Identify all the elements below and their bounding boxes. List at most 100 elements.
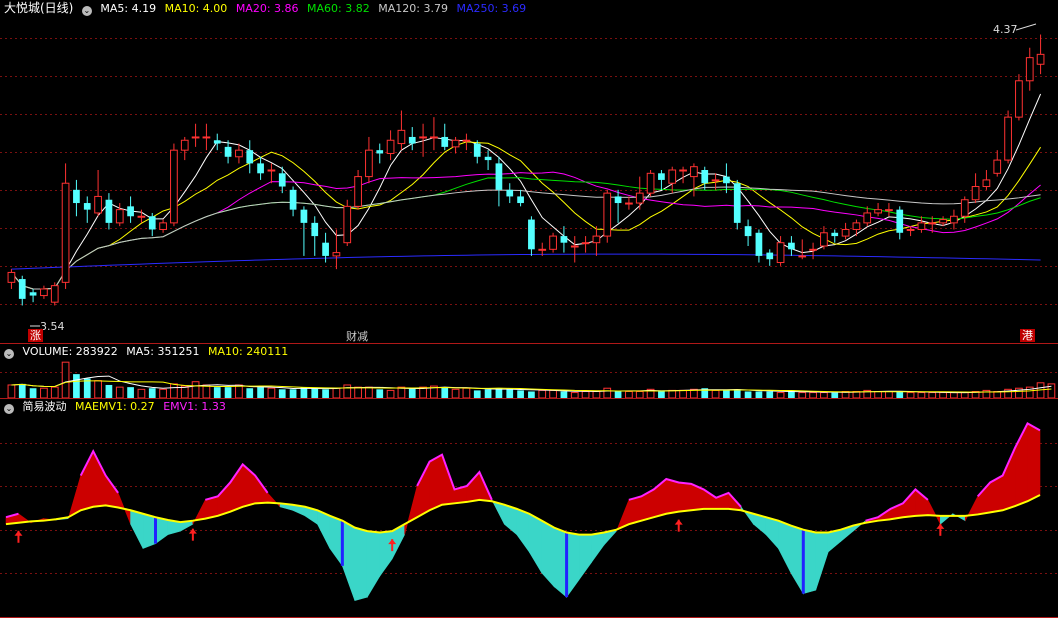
candle-body-up: [592, 235, 601, 244]
candle-body-up: [115, 209, 124, 224]
candle-body-up: [690, 166, 698, 178]
emv-fill-segment: [366, 530, 381, 599]
indicator-name[interactable]: 简易波动: [23, 400, 67, 413]
volume-panel-header: ⌄ VOLUME: 283922 MA5: 351251 MA10: 24011…: [4, 345, 293, 359]
candle-body-up: [549, 235, 557, 250]
candle-body-up: [982, 179, 991, 188]
volume-bar-up: [538, 389, 547, 399]
candle-body-up: [917, 222, 926, 230]
candle-body-up: [809, 248, 817, 251]
candle-body-up: [993, 159, 1002, 174]
volume-bar-up: [159, 388, 167, 399]
emv-fill-segment: [466, 471, 480, 503]
candle-body-down: [311, 222, 319, 237]
chevron-down-icon[interactable]: ⌄: [81, 6, 92, 16]
candle-body-up: [61, 182, 70, 283]
volume-bar-down: [311, 388, 319, 398]
emv-fill-segment: [354, 527, 368, 601]
candle-body-up: [538, 248, 547, 251]
candle-body-down: [896, 209, 904, 233]
candle-body-up: [159, 222, 167, 230]
candle-body-up: [365, 149, 373, 178]
volume-bar-down: [257, 387, 264, 398]
volume-bar-up: [354, 386, 362, 399]
candle-body-down: [105, 199, 113, 223]
volume-bar-down: [408, 388, 416, 398]
event-tag-right[interactable]: 港: [1020, 329, 1035, 342]
volume-bar-up: [332, 387, 341, 399]
volume-bar-up: [50, 386, 59, 399]
emv-fill-segment: [778, 520, 792, 573]
volume-bar-up: [365, 386, 373, 399]
emv-fill-segment: [964, 496, 979, 521]
emv-fill-segment: [541, 520, 555, 588]
volume-bar-up: [40, 387, 48, 399]
volume-ma5-label: MA5: 351251: [126, 345, 200, 358]
candle-body-down: [246, 150, 254, 164]
volume-bar-down: [246, 388, 254, 398]
volume-bar-down: [506, 389, 514, 398]
emv-fill-segment: [155, 516, 169, 545]
candle-body-up: [332, 252, 341, 257]
candle-body-down: [213, 140, 221, 144]
volume-bar-down: [517, 390, 524, 398]
emv-fill-segment: [416, 461, 430, 518]
volume-bar-up: [343, 384, 352, 399]
event-tag-mid[interactable]: 财减: [346, 328, 368, 344]
candle-body-up: [1004, 116, 1012, 161]
emv-fill-segment: [765, 516, 779, 550]
emv-fill-segment: [927, 499, 941, 525]
candle-body-up: [397, 129, 406, 145]
candle-body-up: [852, 222, 861, 230]
volume-bar-down: [213, 387, 221, 398]
event-tag-left[interactable]: 涨: [28, 329, 43, 342]
candle-body-up: [1015, 80, 1023, 118]
volume-bar-up: [202, 384, 211, 399]
buy-arrow-head: [14, 530, 23, 536]
emv-fill-segment: [678, 482, 692, 512]
emv-fill-segment: [217, 481, 231, 517]
volume-bar-up: [386, 389, 395, 399]
candle-body-up: [191, 136, 200, 139]
candle-body-down: [73, 189, 80, 204]
volume-bar-down: [73, 374, 80, 398]
candle-body-down: [733, 183, 741, 223]
candle-body-up: [267, 169, 276, 172]
candlestick-chart[interactable]: [0, 0, 1058, 342]
candle-body-down: [127, 206, 134, 217]
candle-body-up: [354, 176, 362, 207]
chevron-down-icon[interactable]: ⌄: [4, 349, 14, 359]
candle-body-down: [148, 216, 156, 230]
stock-title[interactable]: 大悦城(日线): [4, 1, 73, 15]
candle-body-up: [635, 192, 644, 204]
emv-fill-segment: [815, 532, 829, 591]
candle-body-up: [679, 169, 687, 172]
candle-body-up: [960, 199, 969, 217]
candle-body-up: [180, 139, 189, 151]
volume-bar-up: [170, 383, 178, 399]
volume-bar-up: [7, 384, 16, 399]
candle-body-up: [906, 228, 915, 231]
high-price-label: 4.37: [993, 23, 1018, 36]
volume-panel: ⌄ VOLUME: 283922 MA5: 351251 MA10: 24011…: [0, 343, 1058, 399]
candle-body-up: [874, 209, 882, 214]
candle-body-up: [235, 149, 243, 158]
emv-chart[interactable]: [0, 399, 1058, 617]
candle-body-up: [7, 271, 16, 283]
volume-ma10-label: MA10: 240111: [207, 345, 289, 358]
candle-body-up: [841, 228, 850, 237]
emv-fill-segment: [342, 520, 356, 601]
emv-fill-segment: [267, 492, 281, 508]
emv-fill-segment: [1027, 422, 1041, 502]
candle-body-down: [473, 143, 481, 157]
volume-bar-up: [711, 389, 720, 399]
emv-fill-segment: [952, 513, 966, 522]
emv-fill-segment: [80, 451, 94, 511]
volume-bar-down: [322, 389, 329, 398]
emv-fill-segment: [429, 454, 443, 511]
volume-bar-up: [94, 380, 102, 399]
high-price-marker: [1015, 23, 1037, 31]
ma120-label: MA120: 3.79: [378, 2, 448, 15]
chevron-down-icon[interactable]: ⌄: [4, 404, 14, 414]
candle-body-down: [278, 173, 286, 187]
